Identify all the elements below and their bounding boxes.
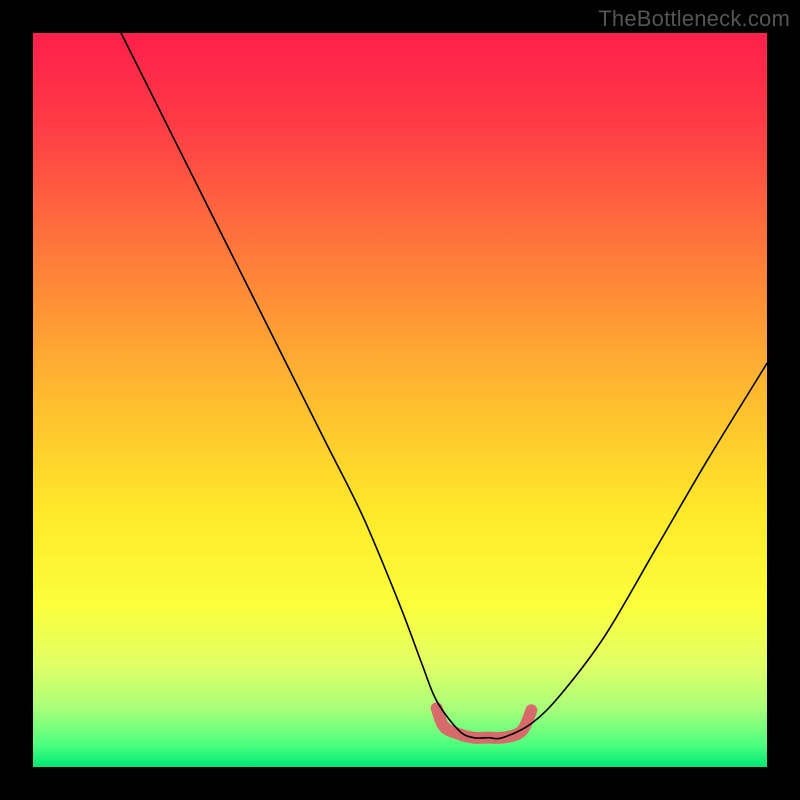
chart-curves [33, 33, 767, 767]
chart-frame: TheBottleneck.com [0, 0, 800, 800]
optimal-range-marker [437, 708, 532, 738]
bottleneck-curve [121, 33, 767, 739]
watermark-text: TheBottleneck.com [598, 6, 790, 32]
plot-area [33, 33, 767, 767]
